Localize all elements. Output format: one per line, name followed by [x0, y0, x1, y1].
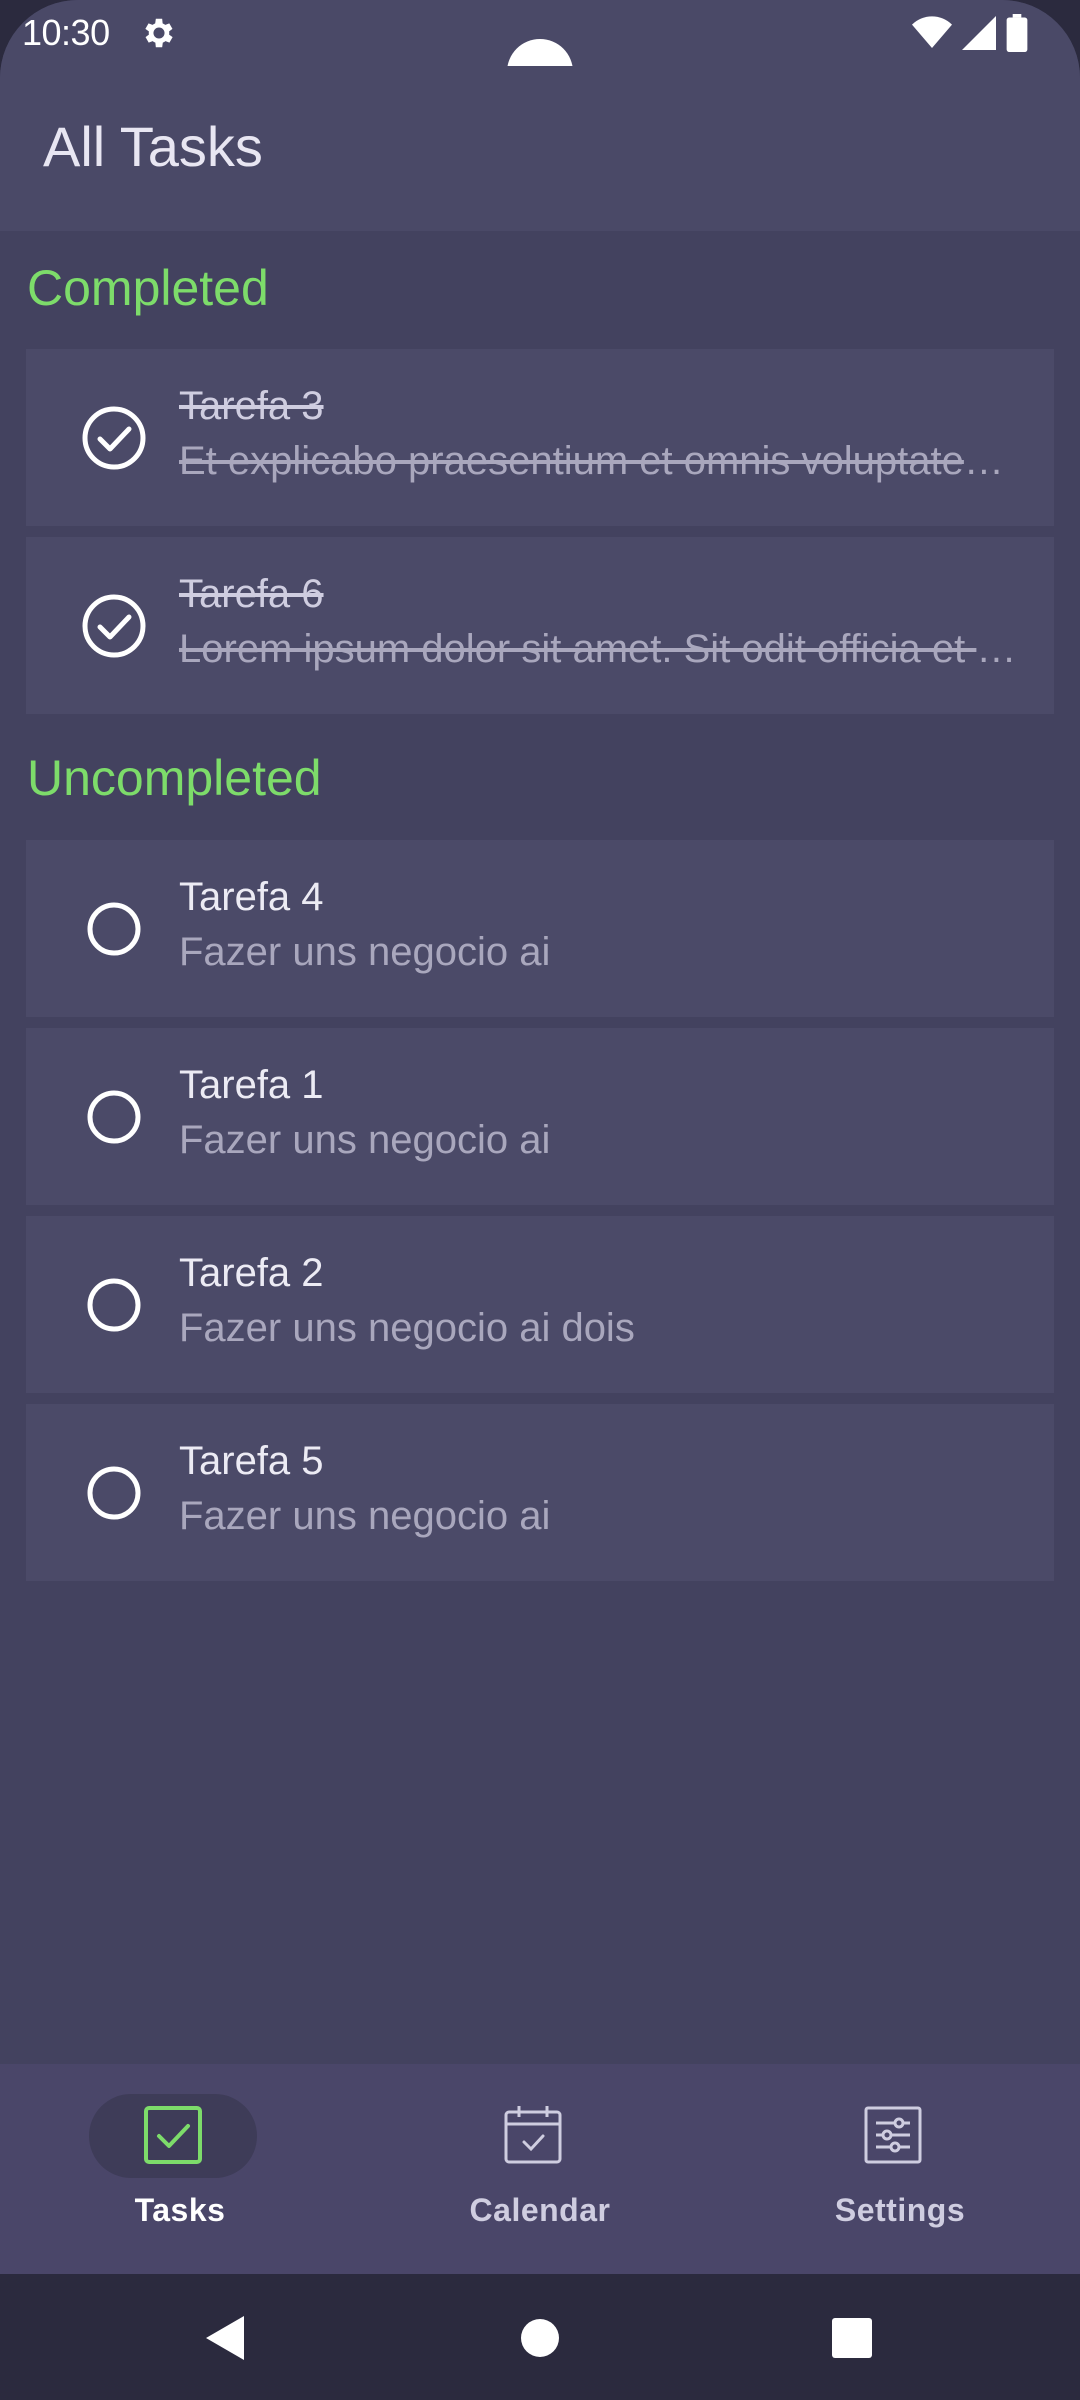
task-card-uncompleted[interactable]: Tarefa 5 Fazer uns negocio ai — [26, 1404, 1054, 1581]
task-title: Tarefa 2 — [179, 1251, 324, 1295]
system-navigation-bar — [0, 2274, 1080, 2400]
task-description: Et explicabo praesentium et omnis volupt… — [179, 439, 1035, 483]
task-card-uncompleted[interactable]: Tarefa 2 Fazer uns negocio ai dois — [26, 1216, 1054, 1393]
checked-circle-icon[interactable] — [81, 593, 147, 659]
task-card-uncompleted[interactable]: Tarefa 1 Fazer uns negocio ai — [26, 1028, 1054, 1205]
task-description: Lorem ipsum dolor sit amet. Sit odit off… — [179, 627, 1035, 671]
bottom-navigation: Tasks Calendar Settings — [0, 2064, 1080, 2274]
task-description: Fazer uns negocio ai — [179, 1494, 551, 1538]
task-title: Tarefa 1 — [179, 1063, 324, 1107]
phone-screen: 10:30 All Tasks Completed Tarefa 3 Et ex… — [0, 0, 1080, 2400]
battery-icon — [1006, 14, 1028, 52]
checkbox-icon — [144, 2106, 202, 2164]
home-icon[interactable] — [510, 2308, 570, 2368]
recents-icon[interactable] — [822, 2308, 882, 2368]
empty-circle-icon[interactable] — [81, 1084, 147, 1150]
section-title-uncompleted: Uncompleted — [27, 750, 322, 806]
task-title: Tarefa 6 — [179, 572, 324, 616]
task-card-completed[interactable]: Tarefa 3 Et explicabo praesentium et omn… — [26, 349, 1054, 526]
status-icons — [912, 14, 1028, 52]
task-title: Tarefa 4 — [179, 875, 324, 919]
task-card-completed[interactable]: Tarefa 6 Lorem ipsum dolor sit amet. Sit… — [26, 537, 1054, 714]
sliders-icon — [864, 2106, 922, 2164]
task-list-content[interactable]: Completed Tarefa 3 Et explicabo praesent… — [0, 231, 1080, 2064]
back-icon[interactable] — [196, 2308, 256, 2368]
gear-icon — [145, 18, 173, 48]
nav-item-tasks[interactable]: Tasks — [0, 2064, 360, 2274]
task-description: Fazer uns negocio ai — [179, 930, 551, 974]
task-card-uncompleted[interactable]: Tarefa 4 Fazer uns negocio ai — [26, 840, 1054, 1017]
nav-label: Calendar — [469, 2192, 611, 2228]
empty-circle-icon[interactable] — [81, 1272, 147, 1338]
empty-circle-icon[interactable] — [81, 896, 147, 962]
nav-item-calendar[interactable]: Calendar — [360, 2064, 720, 2274]
empty-circle-icon[interactable] — [81, 1460, 147, 1526]
section-title-completed: Completed — [27, 260, 269, 316]
checked-circle-icon[interactable] — [81, 405, 147, 471]
task-title: Tarefa 5 — [179, 1439, 324, 1483]
page-title: All Tasks — [43, 115, 263, 178]
wifi-icon — [912, 16, 952, 48]
calendar-icon — [504, 2106, 562, 2164]
nav-label: Settings — [834, 2192, 966, 2228]
nav-label: Tasks — [134, 2192, 226, 2228]
status-time: 10:30 — [22, 12, 110, 53]
task-title: Tarefa 3 — [179, 384, 324, 428]
top-app-bar: All Tasks — [0, 66, 1080, 231]
signal-icon — [962, 16, 996, 50]
nav-item-settings[interactable]: Settings — [720, 2064, 1080, 2274]
task-description: Fazer uns negocio ai dois — [179, 1306, 635, 1350]
task-description: Fazer uns negocio ai — [179, 1118, 551, 1162]
